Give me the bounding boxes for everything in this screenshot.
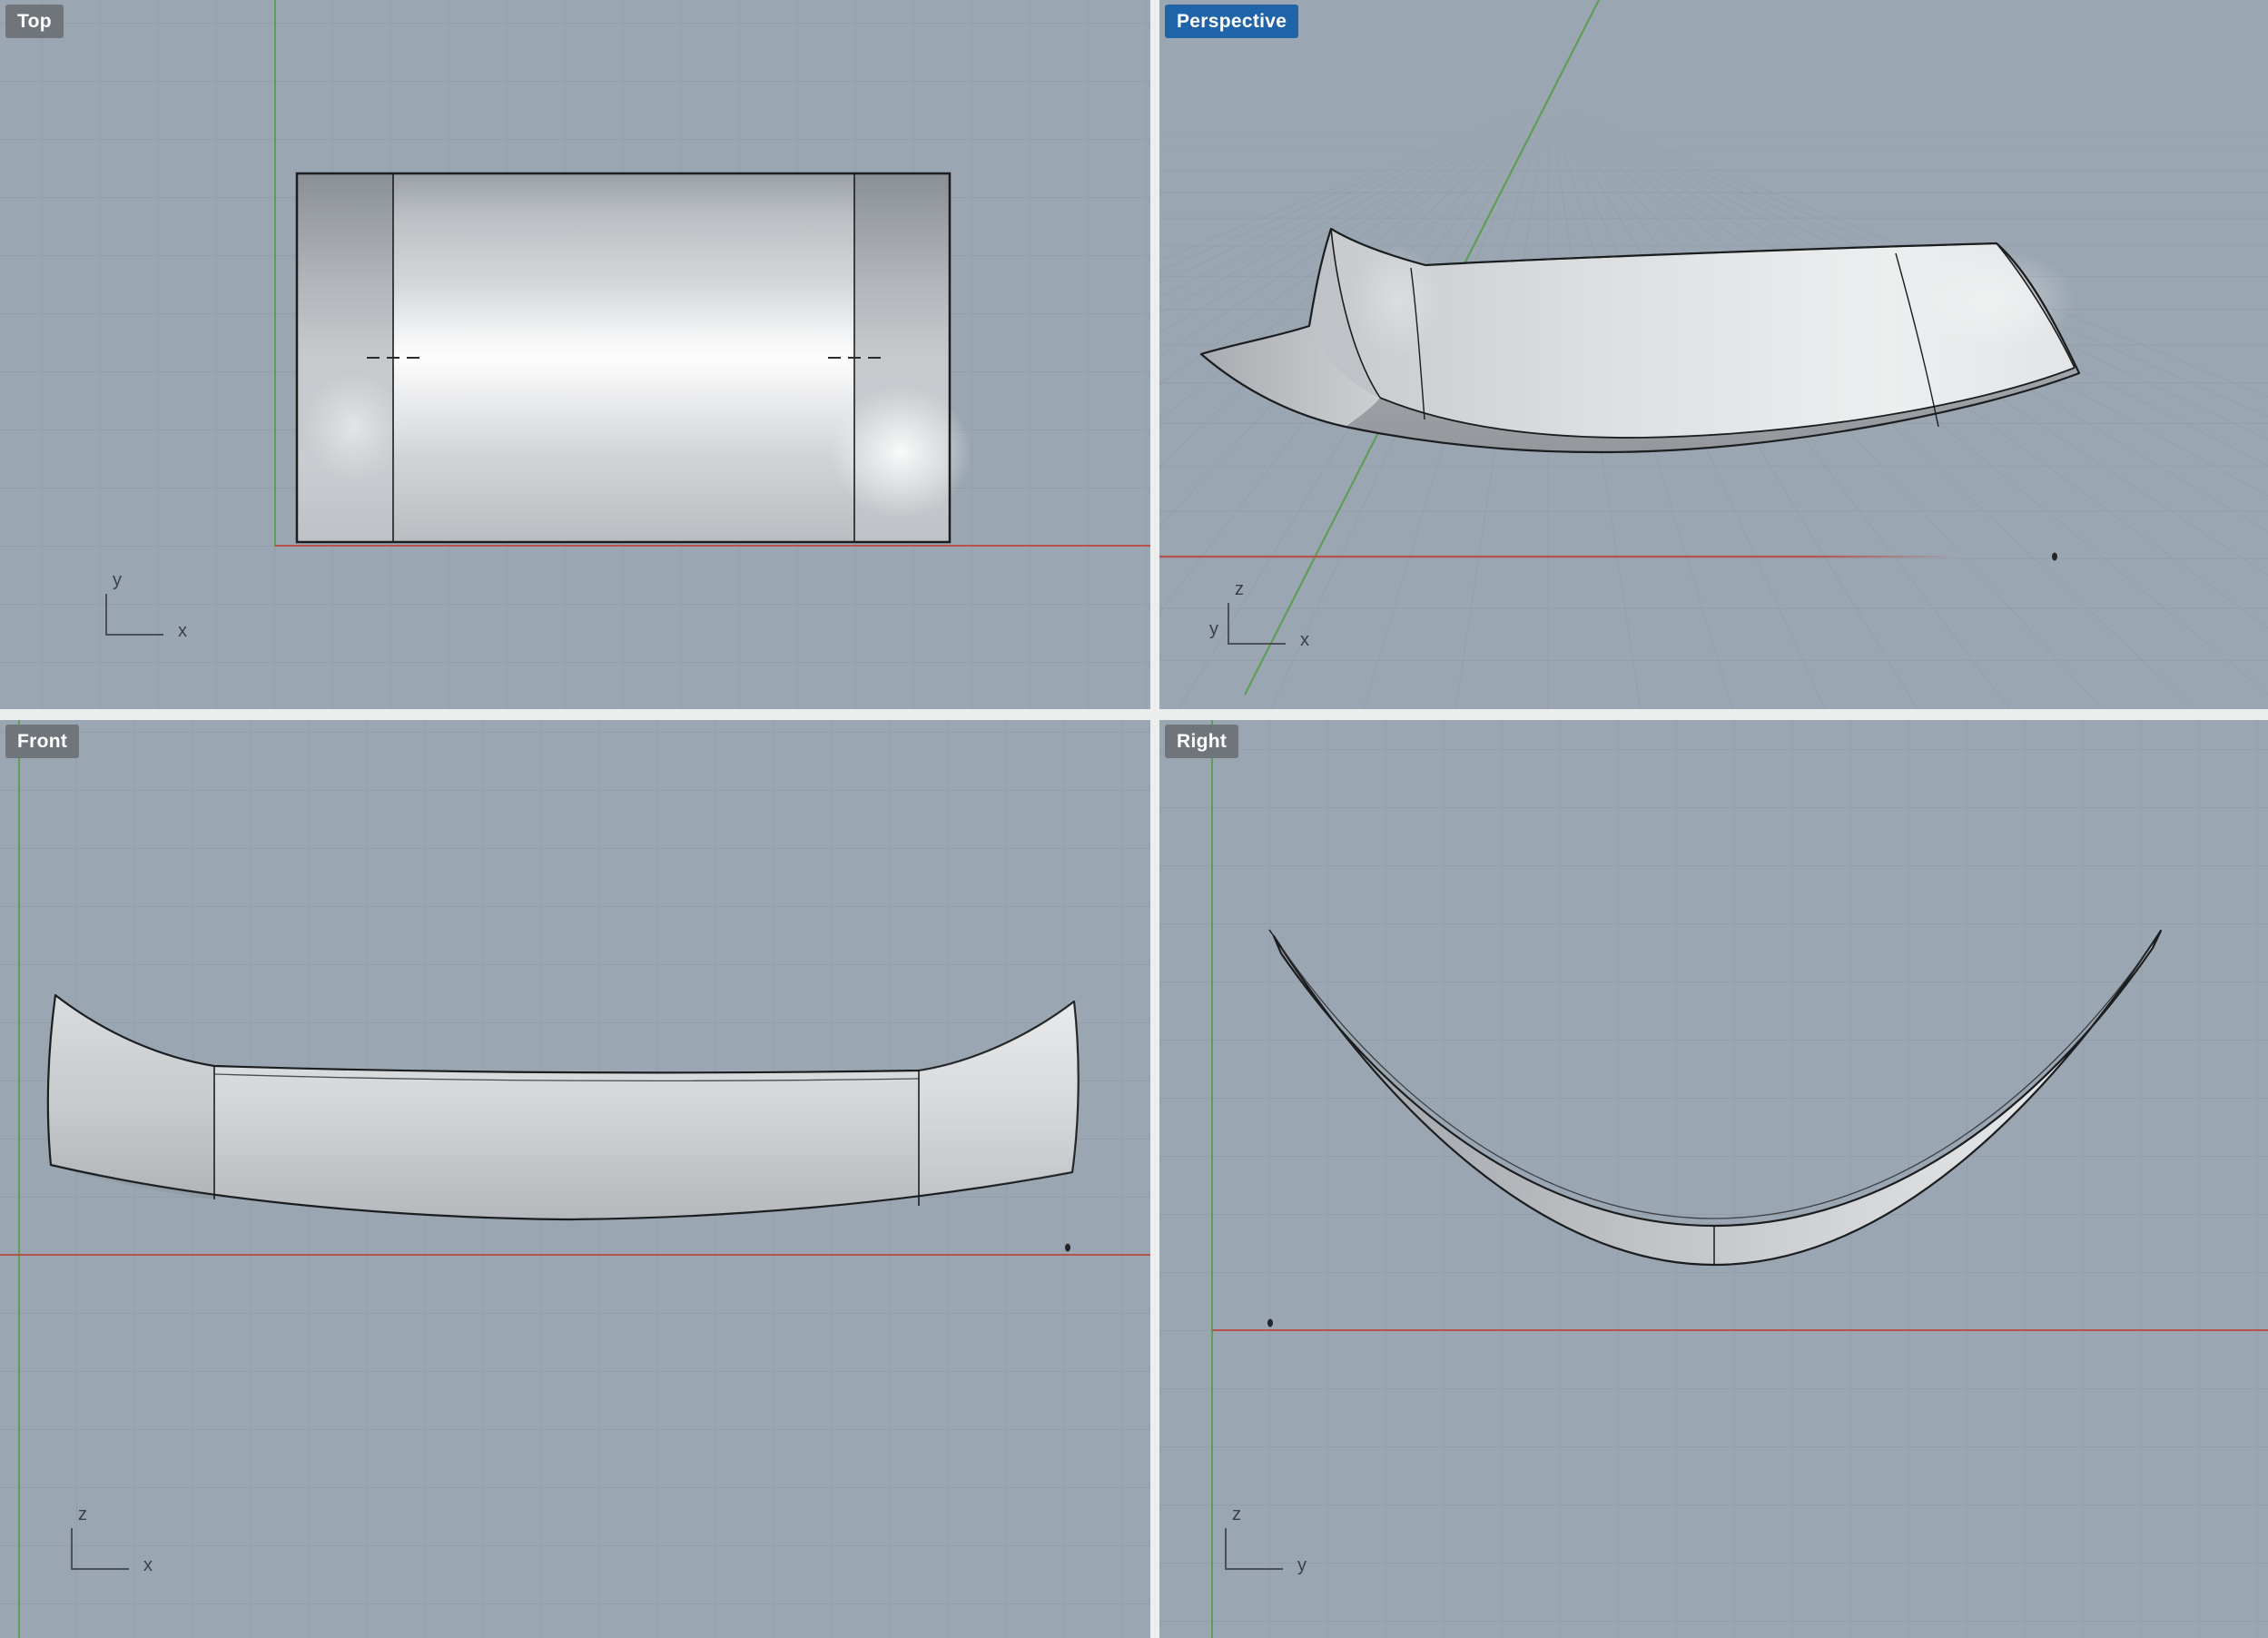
axis-icon-horizontal-line <box>105 634 163 636</box>
viewport-label-right[interactable]: Right <box>1165 725 1238 758</box>
viewport-label-top[interactable]: Top <box>5 5 64 38</box>
viewport-right[interactable]: Right z y <box>1159 720 2268 1638</box>
axis-icon-horizontal-line <box>1228 643 1286 645</box>
axis-icon-vertical-line <box>105 594 107 636</box>
axis-indicator: z y <box>1207 1505 1343 1591</box>
axis-label-x: x <box>1300 630 1309 651</box>
viewport-top[interactable]: Top y x <box>0 0 1150 709</box>
viewport-perspective[interactable]: Perspective z y x <box>1159 0 2268 709</box>
axis-label-y: y <box>113 570 122 591</box>
axis-label-z: z <box>1235 579 1244 600</box>
axis-icon-horizontal-line <box>71 1568 129 1570</box>
axis-icon-vertical-line <box>1228 603 1229 645</box>
axis-label-z: z <box>1232 1505 1241 1525</box>
axis-indicator: z x <box>53 1505 189 1591</box>
viewport-label-perspective[interactable]: Perspective <box>1165 5 1298 38</box>
point-marker <box>2052 553 2057 561</box>
model-right-view[interactable] <box>1159 720 2268 1638</box>
axis-label-y: y <box>1209 619 1218 640</box>
axis-icon-horizontal-line <box>1225 1568 1283 1570</box>
axis-icon-vertical-line <box>71 1528 73 1570</box>
surface-perspective <box>1201 229 2079 561</box>
axis-icon-vertical-line <box>1225 1528 1227 1570</box>
model-front-view[interactable] <box>0 720 1150 1638</box>
surface-top-projection <box>297 173 971 542</box>
surface-right-projection <box>1267 930 2161 1327</box>
axis-label-x: x <box>178 621 187 642</box>
point-marker <box>1065 1244 1070 1252</box>
axis-label-z: z <box>78 1505 87 1525</box>
viewport-front[interactable]: Front z x <box>0 720 1150 1638</box>
axis-indicator: z y x <box>1209 579 1346 666</box>
point-marker <box>1267 1319 1273 1327</box>
axis-indicator: y x <box>87 570 223 656</box>
surface-front-projection <box>48 995 1079 1252</box>
viewport-label-front[interactable]: Front <box>5 725 79 758</box>
cad-four-viewport-canvas: Top y x <box>0 0 2268 1638</box>
axis-label-x: x <box>143 1555 153 1576</box>
axis-label-y: y <box>1297 1555 1307 1576</box>
